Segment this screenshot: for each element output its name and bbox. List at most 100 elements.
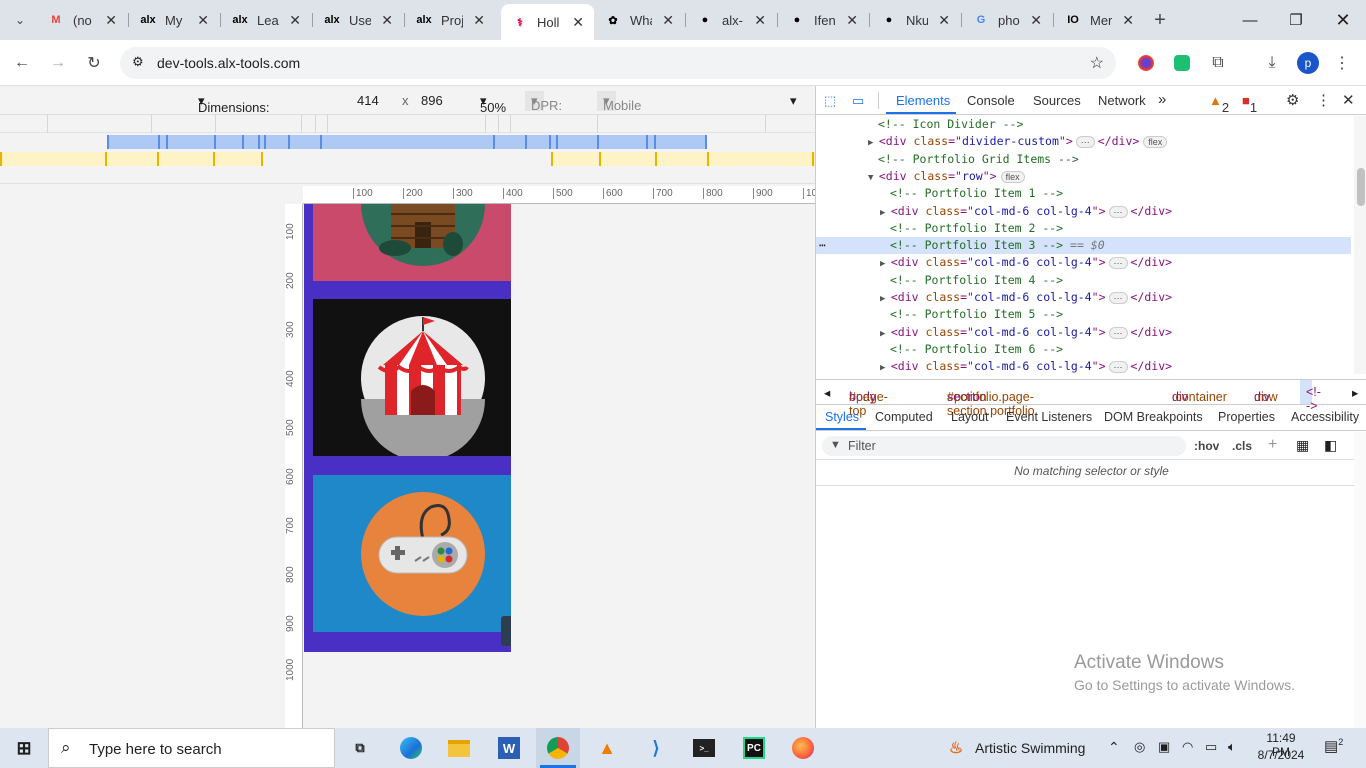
dom-node-line[interactable]: <!-- Icon Divider -->: [816, 116, 1351, 133]
minimize-icon[interactable]: —: [1227, 0, 1273, 40]
browser-tab[interactable]: IO Mer ✕: [1054, 6, 1144, 34]
close-tab-icon[interactable]: ✕: [289, 12, 301, 29]
chrome-taskbar-button[interactable]: [536, 728, 580, 768]
weather-text[interactable]: Artistic Swimming: [975, 740, 1085, 756]
browser-tab[interactable]: alx Use ✕: [313, 6, 403, 34]
dom-scrollbar[interactable]: [1354, 116, 1366, 374]
device-dimensions-select[interactable]: Dimensions: iPhone XR ▾: [198, 93, 270, 130]
close-tab-icon[interactable]: ✕: [572, 14, 584, 31]
breadcrumb-comment[interactable]: <!-->: [1300, 380, 1321, 413]
reload-icon[interactable]: ↻: [82, 51, 106, 75]
tab-event-listeners[interactable]: Event Listeners: [1006, 410, 1092, 424]
expand-arrow-icon[interactable]: ▶: [880, 259, 891, 269]
tab-console[interactable]: Console: [967, 93, 1015, 108]
dom-node-line[interactable]: <!-- Portfolio Item 4 -->: [816, 272, 1351, 289]
dom-tree[interactable]: <!-- Icon Divider --> ▶ <div class="divid…: [816, 116, 1351, 374]
tab-sources[interactable]: Sources: [1033, 93, 1081, 108]
wifi-icon[interactable]: ◠: [1182, 739, 1193, 755]
error-icon[interactable]: ■ 1: [1242, 93, 1257, 115]
hov-toggle[interactable]: :hov: [1194, 439, 1219, 453]
inspect-element-icon[interactable]: ⬚: [824, 93, 836, 109]
forward-icon[interactable]: →: [46, 51, 70, 75]
styles-scrollbar[interactable]: [1354, 432, 1366, 728]
cls-toggle[interactable]: .cls: [1232, 439, 1252, 453]
dom-node-line[interactable]: <!-- Portfolio Item 5 -->: [816, 306, 1351, 323]
breadcrumb-right-arrow[interactable]: ▸: [1352, 385, 1358, 400]
browser-tab[interactable]: ⚕ Holl ✕: [501, 4, 594, 40]
vscode-icon[interactable]: ⟩: [642, 734, 670, 762]
expand-arrow-icon[interactable]: ▶: [880, 208, 891, 218]
close-tab-icon[interactable]: ✕: [846, 12, 858, 29]
dom-node-line[interactable]: ▼ <div class="row"> flex: [816, 168, 1351, 185]
browser-tab[interactable]: ✿ Wha ✕: [594, 6, 684, 34]
extensions-puzzle-icon[interactable]: ⧉: [1206, 51, 1230, 75]
expand-arrow-icon[interactable]: ▶: [880, 294, 891, 304]
close-tab-icon[interactable]: ✕: [473, 12, 485, 29]
browser-tab[interactable]: alx Lear ✕: [221, 6, 311, 34]
close-tab-icon[interactable]: ✕: [197, 12, 209, 29]
firefox-icon[interactable]: [789, 734, 817, 762]
dom-node-line[interactable]: ▶ <div class="col-md-6 col-lg-4"> ⋯ </div>: [816, 203, 1351, 220]
expand-arrow-icon[interactable]: ▼: [868, 173, 879, 183]
dom-node-line[interactable]: <!-- Portfolio Item 1 -->: [816, 185, 1351, 202]
browser-tab[interactable]: alx Proj ✕: [405, 6, 495, 34]
device-toggle-icon[interactable]: ▭: [852, 93, 864, 109]
dom-node-line[interactable]: <!-- Portfolio Item 6 -->: [816, 341, 1351, 358]
file-explorer-icon[interactable]: [445, 734, 473, 762]
browser-tab[interactable]: M (no ✕: [37, 6, 127, 34]
site-info-icon[interactable]: ⚙: [132, 54, 144, 70]
browser-tab[interactable]: ● Nku ✕: [870, 6, 960, 34]
tray-display-icon[interactable]: ▣: [1158, 739, 1170, 755]
tray-camera-icon[interactable]: ◎: [1134, 739, 1145, 755]
close-tab-icon[interactable]: ✕: [1122, 12, 1134, 29]
edge-icon[interactable]: [397, 734, 425, 762]
expand-arrow-icon[interactable]: ▶: [868, 138, 879, 148]
taskbar-search-box[interactable]: ⌕ Type here to search: [48, 728, 335, 768]
scroll-to-top-button[interactable]: [501, 616, 511, 646]
back-icon[interactable]: ←: [10, 51, 34, 75]
paint-icon[interactable]: ▦: [1296, 437, 1309, 454]
close-tab-icon[interactable]: ✕: [662, 12, 674, 29]
vlc-icon[interactable]: ▲: [593, 734, 621, 762]
settings-gear-icon[interactable]: ⚙: [1286, 91, 1299, 109]
flex-badge[interactable]: flex: [1000, 170, 1025, 183]
windows-start-icon[interactable]: ⊞: [10, 734, 38, 762]
word-icon[interactable]: W: [495, 734, 523, 762]
dom-node-line[interactable]: ▶ <div class="col-md-6 col-lg-4"> ⋯ </div>: [816, 254, 1351, 271]
expand-arrow-icon[interactable]: ▶: [880, 363, 891, 373]
device-viewport[interactable]: [304, 204, 511, 652]
volume-icon[interactable]: 🔈︎: [1228, 739, 1236, 755]
device-width-input[interactable]: 414: [357, 93, 379, 108]
new-rule-icon[interactable]: +: [1268, 436, 1277, 454]
tab-accessibility[interactable]: Accessibility: [1291, 410, 1359, 424]
dom-node-line[interactable]: ▶ <div class="col-md-6 col-lg-4"> ⋯ </div>: [816, 324, 1351, 341]
address-bar[interactable]: ⚙ dev-tools.alx-tools.com ☆: [120, 47, 1116, 79]
extension-icon-1[interactable]: [1134, 51, 1158, 75]
flex-badge[interactable]: flex: [1143, 136, 1168, 149]
tab-styles[interactable]: Styles: [825, 410, 859, 424]
portfolio-item-cabin[interactable]: [313, 204, 511, 281]
portfolio-item-game[interactable]: [313, 475, 511, 646]
weather-icon[interactable]: ♨: [942, 734, 970, 762]
close-window-icon[interactable]: ✕: [1320, 0, 1366, 40]
devtools-menu-icon[interactable]: ⋮: [1316, 91, 1331, 109]
close-devtools-icon[interactable]: ✕: [1342, 91, 1355, 109]
tab-dom-breakpoints[interactable]: DOM Breakpoints: [1104, 410, 1203, 424]
warning-icon[interactable]: ▲ 2: [1209, 93, 1229, 115]
dom-node-line[interactable]: ▶ <div class="col-md-6 col-lg-4"> ⋯ </div>: [816, 358, 1351, 374]
menu-kebab-icon[interactable]: ⋮: [1330, 51, 1354, 75]
dom-node-line[interactable]: ▶ <div class="col-md-6 col-lg-4"> ⋯ </div>: [816, 289, 1351, 306]
tray-chevron-icon[interactable]: ⌃: [1108, 739, 1120, 756]
browser-tab[interactable]: alx My ✕: [129, 6, 219, 34]
portfolio-item-circus[interactable]: [313, 299, 511, 461]
browser-tab[interactable]: Gpho ✕: [962, 6, 1052, 34]
tab-layout[interactable]: Layout: [951, 410, 989, 424]
filter-input[interactable]: ▼ Filter: [822, 436, 1186, 456]
battery-icon[interactable]: ▭: [1205, 739, 1217, 755]
tab-network[interactable]: Network: [1098, 93, 1146, 108]
tab-search-icon[interactable]: ⌄: [8, 8, 32, 32]
node-actions-icon[interactable]: ⋯: [819, 237, 826, 254]
dom-node-line[interactable]: ⋯ <!-- Portfolio Item 3 --> == $0: [816, 237, 1351, 255]
zoom-select[interactable]: 50% ▾: [480, 93, 506, 115]
new-tab-button[interactable]: +: [1148, 8, 1172, 32]
